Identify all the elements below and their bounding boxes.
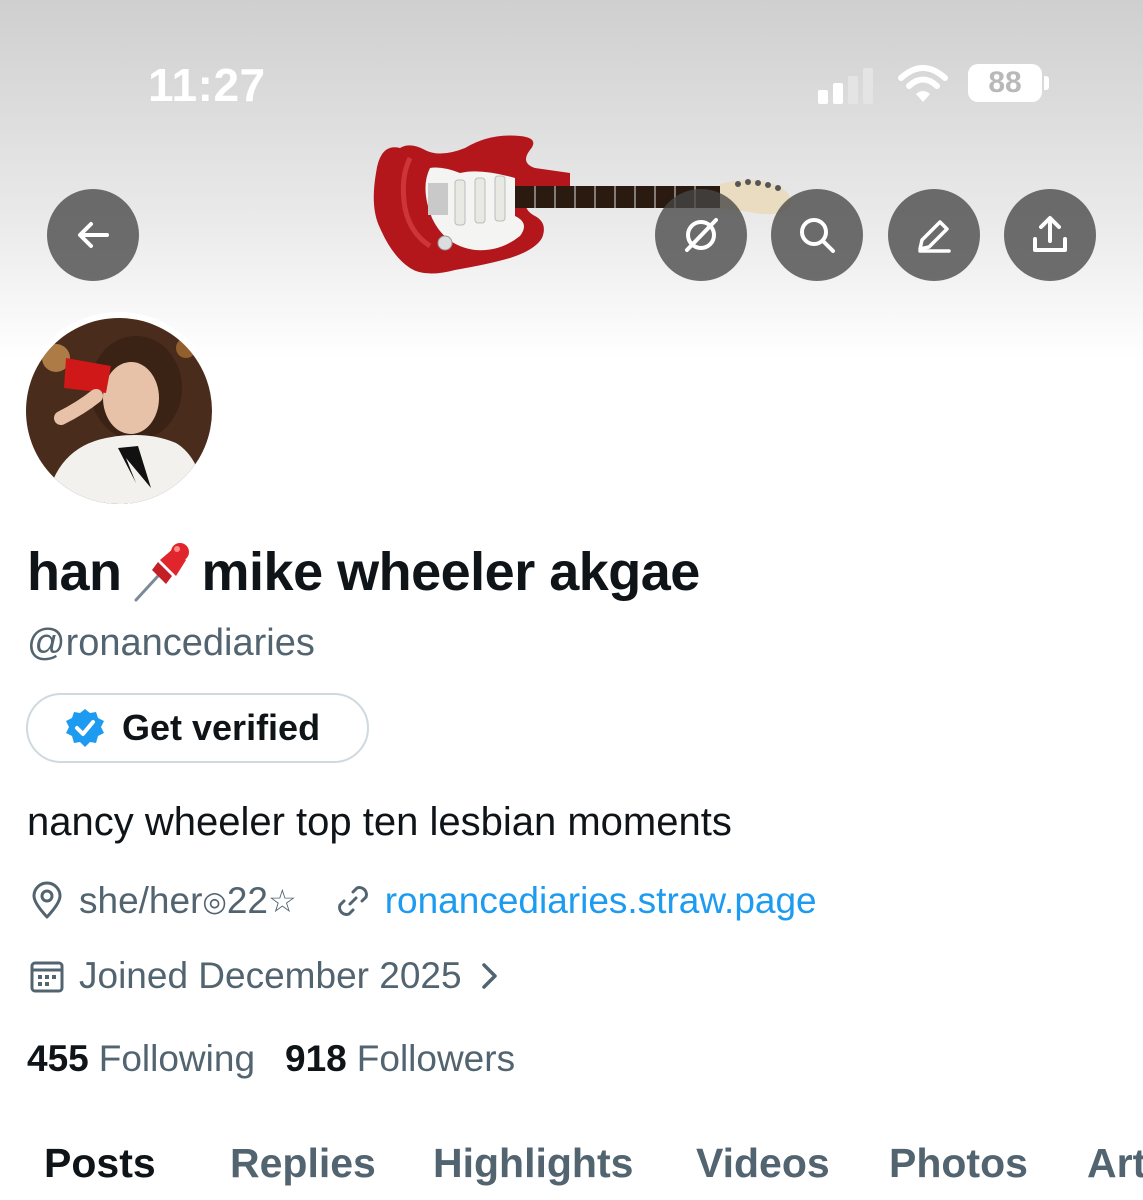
tab-articles[interactable]: Art — [1087, 1140, 1143, 1187]
pencil-icon — [918, 220, 951, 253]
user-handle: @ronancediaries — [27, 622, 315, 664]
profile-page: 11:27 88 han mike wheeler akgae @ronance… — [0, 0, 1143, 1200]
avatar-image — [26, 318, 212, 504]
followers-count: 918 — [285, 1038, 347, 1079]
location-symbol-1: ◎ — [202, 885, 227, 917]
search-icon — [800, 218, 835, 253]
display-name-part1: han — [27, 542, 122, 602]
location-symbol-2: ☆ — [268, 883, 297, 919]
follow-stats: 455 Following 918 Followers — [27, 1038, 515, 1080]
display-name-part2: mike wheeler akgae — [201, 542, 701, 602]
battery-indicator: 88 — [968, 64, 1042, 102]
chevron-right-icon — [481, 963, 497, 989]
verified-badge-icon — [66, 709, 104, 747]
share-icon — [1033, 216, 1067, 252]
battery-nub — [1044, 76, 1049, 90]
get-verified-button[interactable]: Get verified — [26, 693, 369, 763]
search-button[interactable] — [771, 189, 863, 281]
arrow-left-icon — [78, 222, 109, 248]
back-button[interactable] — [47, 189, 139, 281]
tab-highlights[interactable]: Highlights — [433, 1140, 633, 1187]
location-age: 22 — [226, 880, 269, 921]
profile-meta-joined[interactable]: Joined December 2025 — [27, 955, 504, 997]
location-text: she/her — [79, 880, 203, 921]
followers-stat[interactable]: 918 Followers — [285, 1038, 515, 1080]
calendar-icon — [30, 961, 64, 993]
pushpin-icon — [134, 543, 189, 602]
display-name: han mike wheeler akgae — [27, 540, 700, 604]
grok-icon — [685, 218, 718, 252]
followers-label: Followers — [356, 1038, 516, 1079]
tab-replies[interactable]: Replies — [230, 1140, 376, 1187]
edit-button[interactable] — [888, 189, 980, 281]
profile-bio: nancy wheeler top ten lesbian moments — [27, 800, 732, 844]
following-label: Following — [98, 1038, 256, 1079]
profile-meta-location-website: she/her ◎ 22 ☆ ronancediaries.straw.page — [27, 880, 817, 922]
profile-tabs: Posts Replies Highlights Videos Photos A… — [0, 1140, 1143, 1200]
tab-photos[interactable]: Photos — [889, 1140, 1028, 1187]
profile-banner[interactable]: 11:27 88 — [0, 0, 1143, 360]
following-stat[interactable]: 455 Following — [27, 1038, 255, 1080]
website-link[interactable]: ronancediaries.straw.page — [385, 880, 817, 922]
status-time: 11:27 — [148, 59, 266, 111]
joined-date: Joined December 2025 — [79, 955, 462, 996]
wifi-icon — [898, 65, 948, 102]
following-count: 455 — [27, 1038, 89, 1079]
tab-posts[interactable]: Posts — [44, 1140, 156, 1187]
get-verified-label: Get verified — [122, 707, 321, 748]
share-button[interactable] — [1004, 189, 1096, 281]
avatar[interactable] — [20, 312, 218, 510]
link-icon — [337, 886, 368, 916]
grok-button[interactable] — [655, 189, 747, 281]
cellular-signal-icon — [818, 68, 873, 104]
location-pin-icon — [32, 881, 62, 919]
tab-videos[interactable]: Videos — [696, 1140, 830, 1187]
